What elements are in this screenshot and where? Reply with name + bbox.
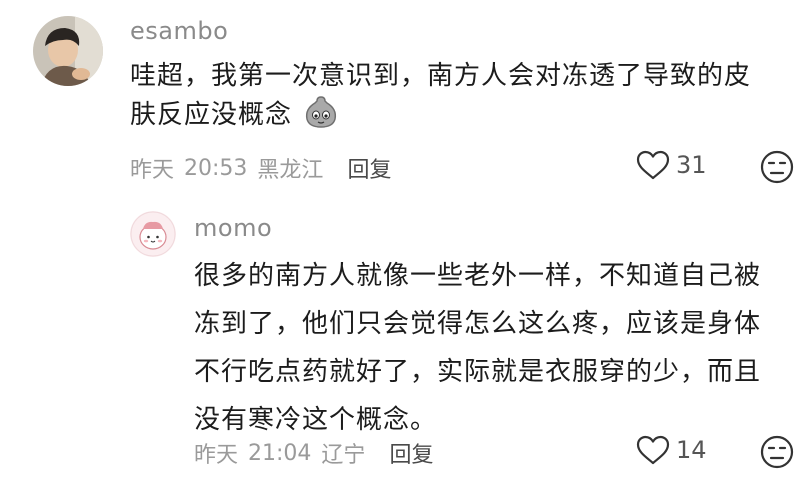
comment-text: 很多的南方人就像一些老外一样，不知道自己被 冻到了，他们只会觉得怎么这么疼，应该…	[194, 252, 784, 444]
dislike-button[interactable]	[760, 435, 794, 469]
reply-button[interactable]: 回复	[389, 437, 433, 469]
username[interactable]: momo	[194, 214, 272, 242]
like-count: 31	[676, 151, 707, 179]
comment-time: 21:04	[248, 440, 312, 466]
avatar[interactable]	[130, 211, 176, 257]
comment-text-line: 哇超，我第一次意识到，南方人会对冻透了导致的皮	[130, 61, 752, 91]
unamused-face-icon	[760, 150, 794, 184]
comment-date: 昨天	[194, 443, 239, 468]
comment-location: 黑龙江	[257, 158, 324, 183]
dislike-button[interactable]	[760, 150, 794, 184]
like-button[interactable]: 14	[636, 435, 707, 465]
heart-outline-icon	[636, 150, 670, 180]
comment-text-line: 肤反应没概念	[130, 100, 293, 130]
comment-meta: 昨天 21:04 辽宁 回复	[194, 437, 433, 469]
comment-date: 昨天	[130, 158, 175, 183]
comment-text-line: 很多的南方人就像一些老外一样，不知道自己被	[194, 261, 762, 291]
comment-text-line: 冻到了，他们只会觉得怎么这么疼，应该是身体	[194, 309, 762, 339]
reply-button[interactable]: 回复	[347, 152, 391, 184]
comment-meta: 昨天 20:53 黑龙江 回复	[130, 152, 391, 184]
username[interactable]: esambo	[130, 17, 228, 45]
dust-bag-emoji	[303, 95, 339, 140]
comment-text: 哇超，我第一次意识到，南方人会对冻透了导致的皮 肤反应没概念	[130, 57, 770, 140]
like-button[interactable]: 31	[636, 150, 707, 180]
avatar[interactable]	[33, 16, 103, 86]
comment-location: 辽宁	[321, 443, 366, 468]
comment-time: 20:53	[184, 155, 248, 181]
heart-outline-icon	[636, 435, 670, 465]
unamused-face-icon	[760, 435, 794, 469]
comment-text-line: 不行吃点药就好了，实际就是衣服穿的少，而且	[194, 357, 762, 387]
like-count: 14	[676, 436, 707, 464]
